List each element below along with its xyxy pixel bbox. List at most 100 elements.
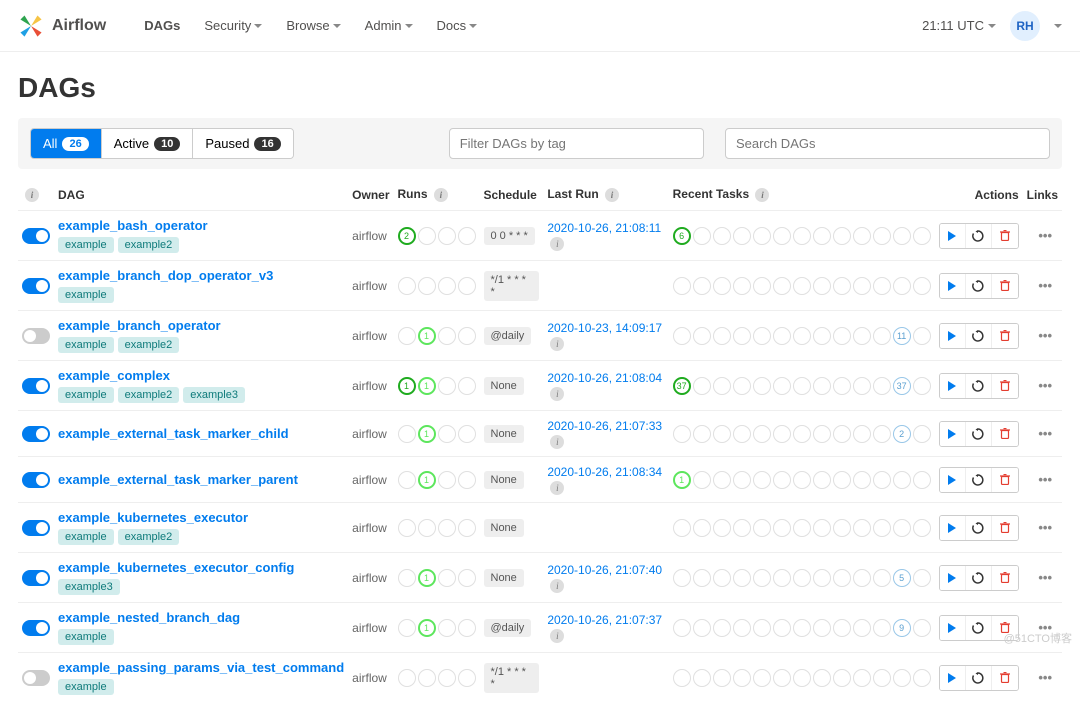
task-circle[interactable]	[913, 277, 931, 295]
run-circle[interactable]: 1	[418, 425, 436, 443]
info-icon[interactable]: i	[550, 387, 564, 401]
task-circle[interactable]	[813, 377, 831, 395]
last-run-link[interactable]: 2020-10-26, 21:07:37	[547, 613, 662, 627]
schedule-badge[interactable]: None	[484, 569, 524, 587]
filter-paused[interactable]: Paused16	[193, 129, 292, 158]
links-menu[interactable]: •••	[1032, 228, 1058, 243]
col-recent[interactable]: Recent Tasks i	[669, 179, 935, 211]
task-circle[interactable]: 5	[893, 569, 911, 587]
task-circle[interactable]	[773, 619, 791, 637]
task-circle[interactable]	[753, 277, 771, 295]
trigger-button[interactable]	[940, 324, 966, 348]
dag-tag[interactable]: example3	[183, 387, 245, 403]
refresh-button[interactable]	[966, 616, 992, 640]
task-circle[interactable]	[693, 425, 711, 443]
task-circle[interactable]	[773, 377, 791, 395]
task-circle[interactable]	[713, 327, 731, 345]
run-circle[interactable]	[458, 327, 476, 345]
task-circle[interactable]	[713, 227, 731, 245]
links-menu[interactable]: •••	[1032, 378, 1058, 393]
run-circle[interactable]: 2	[398, 227, 416, 245]
task-circle[interactable]	[753, 377, 771, 395]
task-circle[interactable]	[773, 519, 791, 537]
task-circle[interactable]: 37	[893, 377, 911, 395]
task-circle[interactable]	[813, 619, 831, 637]
nav-security[interactable]: Security	[194, 12, 272, 39]
pause-toggle[interactable]	[22, 278, 50, 294]
task-circle[interactable]	[833, 377, 851, 395]
trigger-button[interactable]	[940, 224, 966, 248]
task-circle[interactable]	[913, 619, 931, 637]
task-circle[interactable]: 9	[893, 619, 911, 637]
task-circle[interactable]	[733, 519, 751, 537]
task-circle[interactable]	[833, 277, 851, 295]
task-circle[interactable]	[813, 277, 831, 295]
task-circle[interactable]	[713, 377, 731, 395]
task-circle[interactable]	[873, 377, 891, 395]
task-circle[interactable]: 2	[893, 425, 911, 443]
task-circle[interactable]	[813, 327, 831, 345]
task-circle[interactable]	[753, 425, 771, 443]
task-circle[interactable]	[693, 569, 711, 587]
col-lastrun[interactable]: Last Run i	[543, 179, 668, 211]
task-circle[interactable]	[693, 377, 711, 395]
run-circle[interactable]	[438, 425, 456, 443]
dag-tag[interactable]: example	[58, 529, 114, 545]
info-icon[interactable]: i	[550, 629, 564, 643]
nav-docs[interactable]: Docs	[427, 12, 488, 39]
info-icon[interactable]: i	[755, 188, 769, 202]
dag-tag[interactable]: example	[58, 287, 114, 303]
delete-button[interactable]	[992, 374, 1018, 398]
task-circle[interactable]	[813, 669, 831, 687]
refresh-button[interactable]	[966, 566, 992, 590]
run-circle[interactable]	[438, 227, 456, 245]
task-circle[interactable]	[753, 569, 771, 587]
task-circle[interactable]	[873, 569, 891, 587]
pause-toggle[interactable]	[22, 520, 50, 536]
run-circle[interactable]	[418, 277, 436, 295]
task-circle[interactable]	[873, 425, 891, 443]
task-circle[interactable]	[753, 669, 771, 687]
dag-link[interactable]: example_bash_operator	[58, 218, 208, 233]
dag-link[interactable]: example_branch_operator	[58, 318, 221, 333]
task-circle[interactable]	[693, 519, 711, 537]
schedule-badge[interactable]: */1 * * * *	[484, 663, 540, 693]
delete-button[interactable]	[992, 468, 1018, 492]
task-circle[interactable]	[753, 327, 771, 345]
info-icon[interactable]: i	[25, 188, 39, 202]
task-circle[interactable]	[793, 277, 811, 295]
task-circle[interactable]	[673, 619, 691, 637]
task-circle[interactable]	[873, 327, 891, 345]
dag-link[interactable]: example_branch_dop_operator_v3	[58, 268, 273, 283]
last-run-link[interactable]: 2020-10-26, 21:07:33	[547, 419, 662, 433]
run-circle[interactable]	[418, 227, 436, 245]
trigger-button[interactable]	[940, 516, 966, 540]
task-circle[interactable]	[893, 519, 911, 537]
trigger-button[interactable]	[940, 666, 966, 690]
dag-tag[interactable]: example	[58, 387, 114, 403]
task-circle[interactable]	[773, 327, 791, 345]
refresh-button[interactable]	[966, 666, 992, 690]
pause-toggle[interactable]	[22, 620, 50, 636]
task-circle[interactable]	[693, 619, 711, 637]
task-circle[interactable]	[873, 471, 891, 489]
info-icon[interactable]: i	[550, 579, 564, 593]
run-circle[interactable]	[398, 277, 416, 295]
task-circle[interactable]: 6	[673, 227, 691, 245]
task-circle[interactable]	[833, 227, 851, 245]
task-circle[interactable]	[733, 377, 751, 395]
dag-tag[interactable]: example	[58, 679, 114, 695]
task-circle[interactable]	[673, 519, 691, 537]
run-circle[interactable]: 1	[418, 619, 436, 637]
delete-button[interactable]	[992, 422, 1018, 446]
dag-tag[interactable]: example2	[118, 237, 180, 253]
pause-toggle[interactable]	[22, 378, 50, 394]
dag-link[interactable]: example_passing_params_via_test_command	[58, 660, 344, 675]
run-circle[interactable]: 1	[418, 377, 436, 395]
trigger-button[interactable]	[940, 616, 966, 640]
pause-toggle[interactable]	[22, 472, 50, 488]
dag-tag[interactable]: example	[58, 337, 114, 353]
filter-active[interactable]: Active10	[102, 129, 194, 158]
task-circle[interactable]	[913, 519, 931, 537]
links-menu[interactable]: •••	[1032, 278, 1058, 293]
